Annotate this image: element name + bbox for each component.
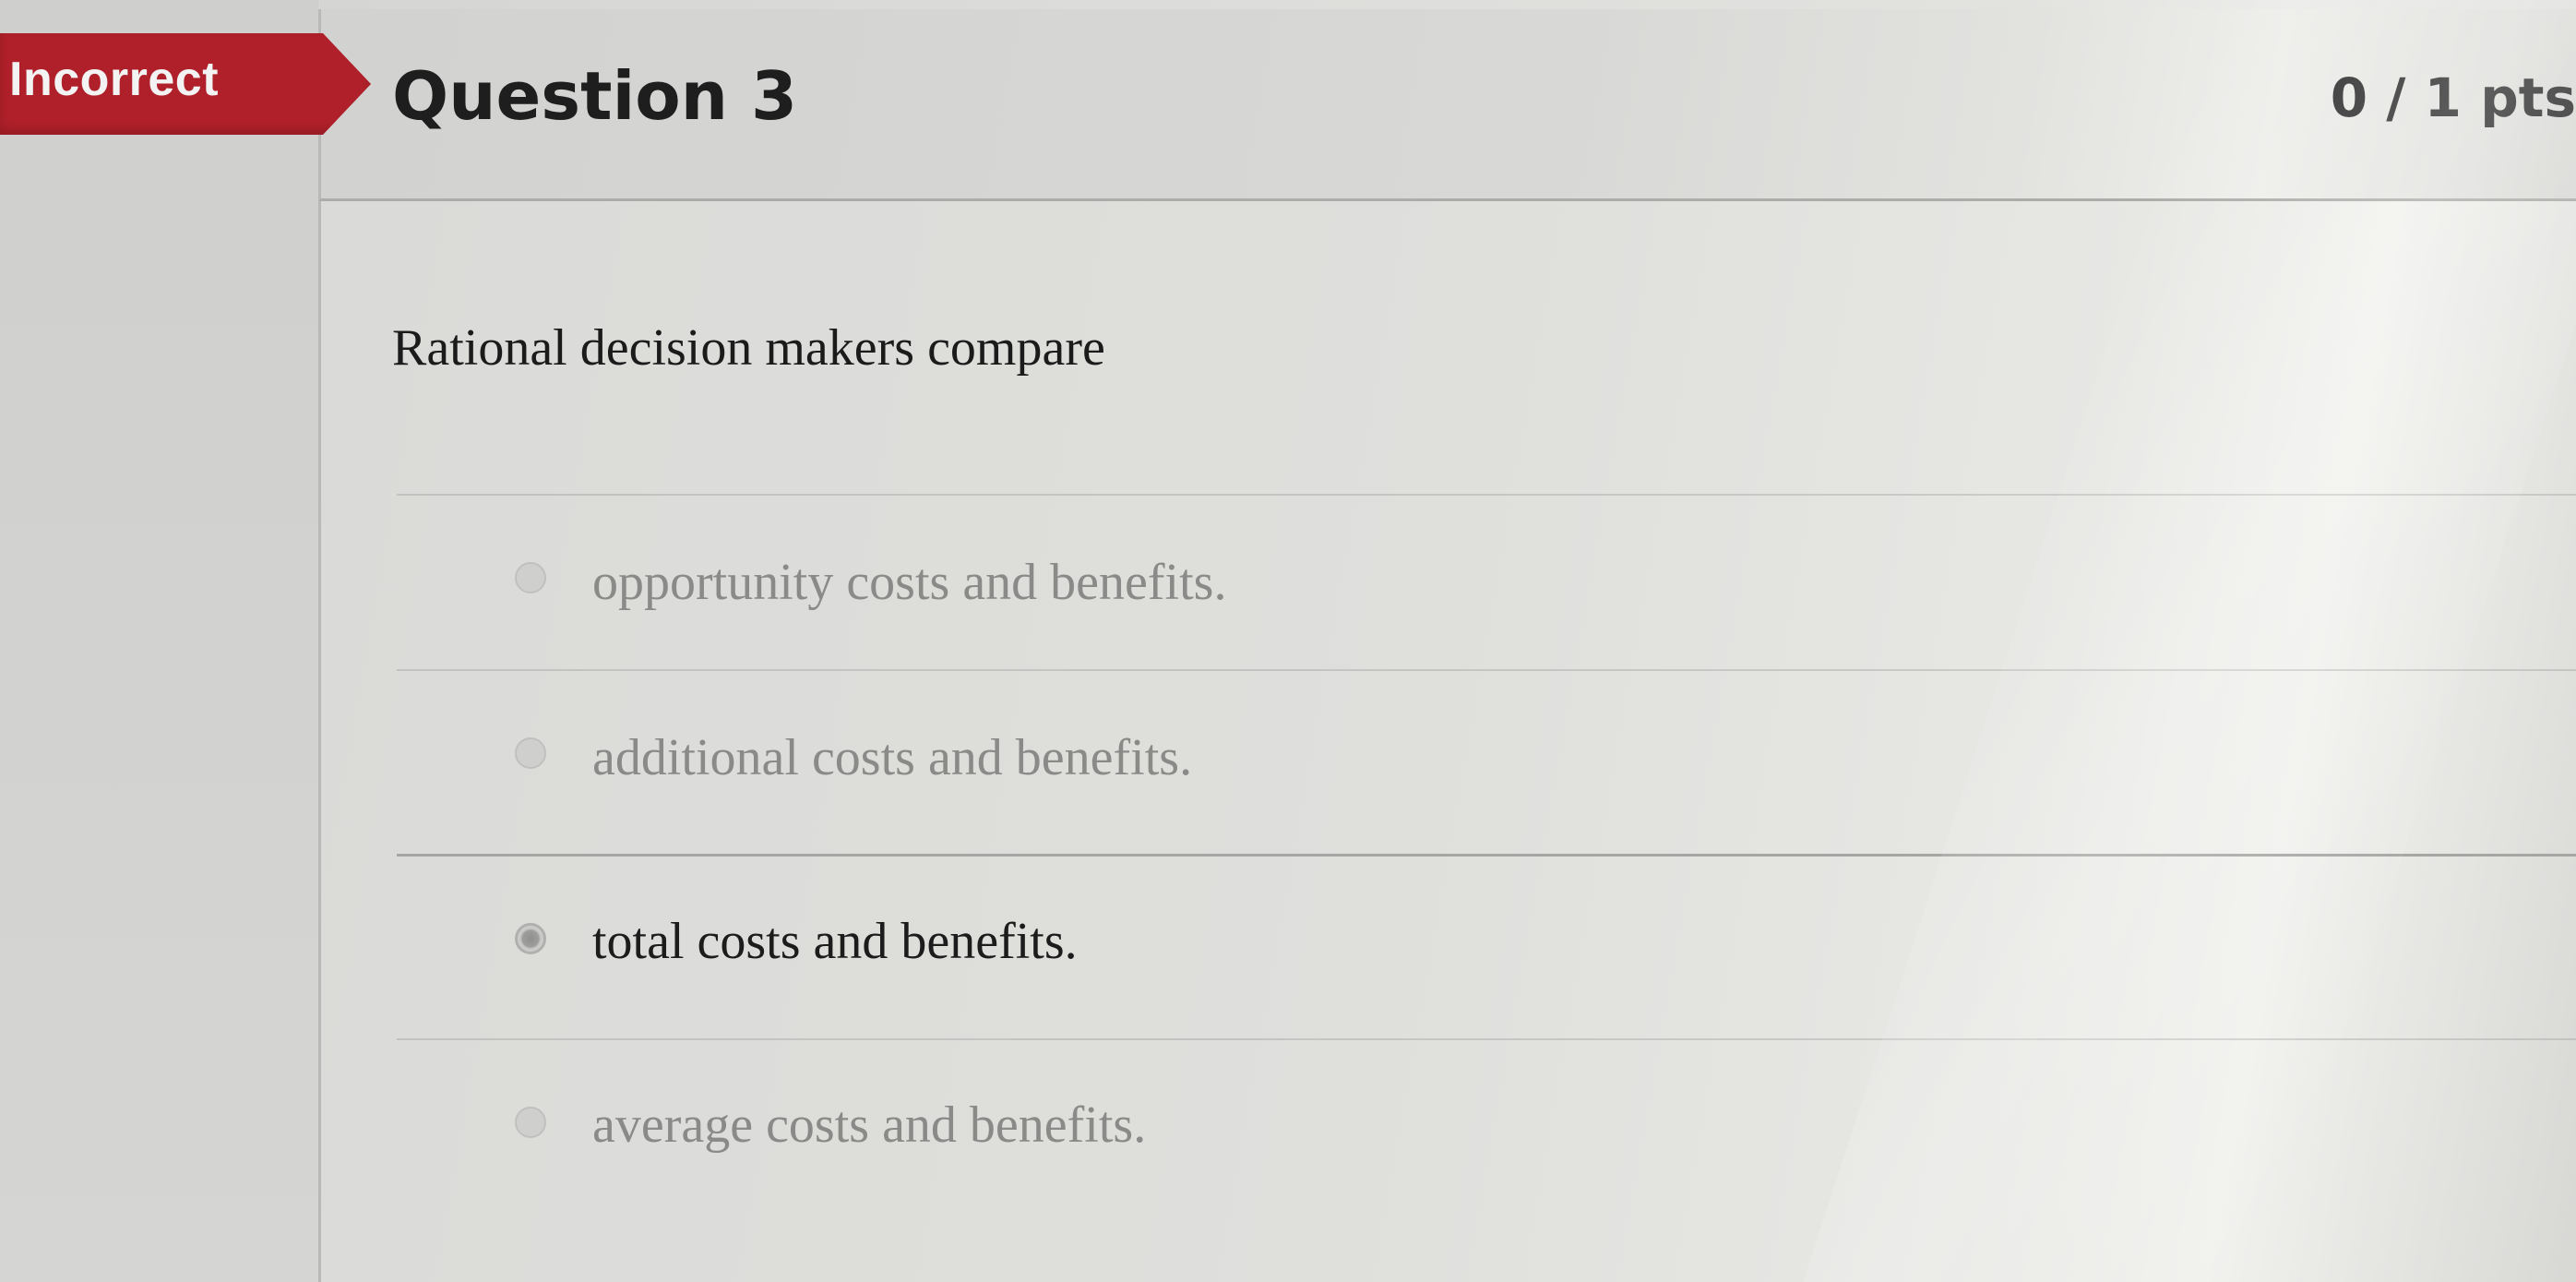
answer-label: total costs and benefits. (592, 913, 1078, 970)
answer-option[interactable]: average costs and benefits. (397, 1038, 2576, 1216)
answer-option-selected[interactable]: total costs and benefits. (397, 854, 2576, 1032)
left-gutter (0, 0, 318, 1282)
status-badge: Incorrect (9, 53, 220, 106)
question-prompt: Rational decision makers compare (392, 319, 1105, 377)
answer-label: opportunity costs and benefits. (592, 554, 1227, 611)
radio-button[interactable] (515, 562, 546, 593)
question-points: 0 / 1 pts (2331, 66, 2576, 129)
question-title: Question 3 (392, 57, 798, 135)
radio-button[interactable] (515, 1107, 546, 1138)
answer-option[interactable]: additional costs and benefits. (397, 669, 2576, 846)
points-value: 0 / 1 pts (2330, 66, 2576, 129)
answer-label: additional costs and benefits. (592, 729, 1193, 786)
radio-button[interactable] (515, 737, 546, 769)
answer-label: average costs and benefits. (592, 1096, 1147, 1154)
radio-button-checked[interactable] (515, 923, 546, 954)
answer-option[interactable]: opportunity costs and benefits. (397, 494, 2576, 671)
